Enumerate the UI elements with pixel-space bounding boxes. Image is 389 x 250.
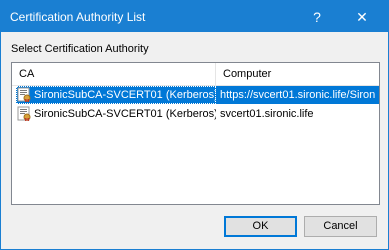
column-header-computer[interactable]: Computer [216,63,379,85]
table-row[interactable]: SironicSubCA-SVCERT01 (Kerberos) https:/… [12,86,379,104]
close-button[interactable]: ✕ [347,5,377,29]
ca-name: SironicSubCA-SVCERT01 (Kerberos) [34,108,216,120]
computer-cell[interactable]: svcert01.sironic.life [216,105,379,123]
ca-cell[interactable]: SironicSubCA-SVCERT01 (Kerberos) [16,86,216,104]
title-bar[interactable]: Certification Authority List ? ✕ [1,1,388,32]
ok-button[interactable]: OK [224,216,297,237]
window-title: Certification Authority List [10,10,146,24]
help-button[interactable]: ? [302,5,332,29]
table-row[interactable]: SironicSubCA-SVCERT01 (Kerberos) svcert0… [12,105,379,123]
select-ca-label: Select Certification Authority [11,43,149,55]
column-header-ca[interactable]: CA [12,63,216,85]
computer-cell[interactable]: https://svcert01.sironic.life/Siron [216,86,379,104]
cancel-button[interactable]: Cancel [304,216,377,237]
ca-list-dialog: Certification Authority List ? ✕ Select … [0,0,389,250]
ca-name: SironicSubCA-SVCERT01 (Kerberos) [34,89,216,101]
certificate-server-icon [17,106,31,121]
certificate-server-icon [17,87,31,102]
list-header: CA Computer [12,63,379,86]
ca-list[interactable]: CA Computer SironicSubCA-SVCERT01 (Kerbe… [11,62,380,205]
ca-cell[interactable]: SironicSubCA-SVCERT01 (Kerberos) [16,105,216,123]
